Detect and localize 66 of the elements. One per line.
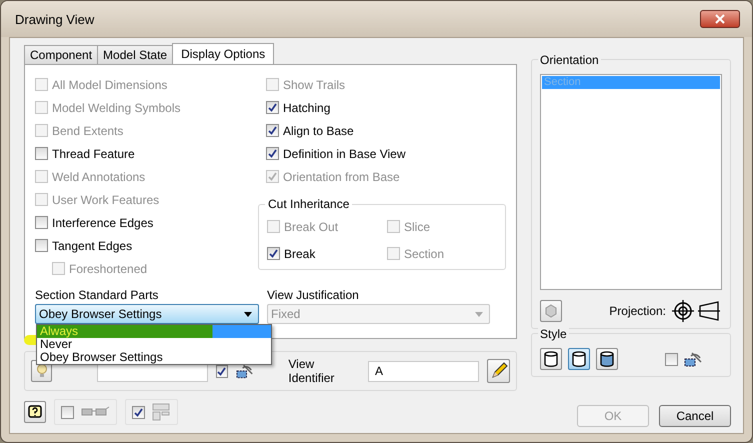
lightbulb-icon bbox=[36, 364, 48, 378]
cylinder-icon bbox=[572, 351, 586, 367]
checkbox-label: Thread Feature bbox=[52, 146, 135, 160]
layout-icon bbox=[151, 403, 171, 421]
checkbox[interactable] bbox=[35, 216, 48, 229]
dropdown-option[interactable]: Obey Browser Settings bbox=[37, 351, 271, 364]
pencil-button[interactable] bbox=[487, 359, 510, 383]
view-cube-button[interactable] bbox=[540, 300, 562, 322]
checkbox-label: Section bbox=[404, 246, 444, 260]
projection-symbol-icon[interactable] bbox=[672, 300, 722, 322]
checkbox-label: User Work Features bbox=[52, 192, 160, 206]
style-button[interactable] bbox=[540, 348, 562, 370]
checkbox-label: Definition in Base View bbox=[283, 146, 406, 160]
tab[interactable]: Model State bbox=[97, 45, 174, 64]
close-icon bbox=[715, 14, 725, 24]
help-icon bbox=[28, 405, 42, 419]
pencil-icon bbox=[490, 362, 508, 380]
projection-label: Projection: bbox=[609, 304, 666, 318]
checkbox-label: Model Welding Symbols bbox=[52, 100, 181, 114]
glasses-icon bbox=[80, 406, 110, 418]
style-button[interactable] bbox=[568, 348, 590, 370]
checkbox[interactable] bbox=[267, 247, 280, 260]
checkbox-label: Interference Edges bbox=[52, 216, 154, 230]
dialog-button[interactable]: Cancel bbox=[659, 405, 731, 427]
checkbox-label: Tangent Edges bbox=[52, 238, 132, 252]
caret-icon bbox=[244, 312, 252, 316]
checkbox-label: Foreshortened bbox=[69, 262, 148, 276]
checkbox[interactable] bbox=[216, 364, 228, 378]
cube-icon bbox=[544, 304, 558, 318]
checkbox-label: Break bbox=[284, 246, 316, 260]
checkbox[interactable] bbox=[266, 101, 279, 114]
window-title: Drawing View bbox=[15, 12, 94, 26]
checkbox-label: Slice bbox=[404, 220, 430, 234]
cylinder-icon bbox=[600, 351, 614, 367]
checkbox-label: Weld Annotations bbox=[52, 170, 146, 184]
label-visibility-icon[interactable] bbox=[236, 362, 254, 380]
checkbox[interactable] bbox=[35, 147, 48, 160]
checkbox-label: Align to Base bbox=[283, 124, 354, 138]
view-identifier-field[interactable]: A bbox=[368, 360, 480, 382]
tab[interactable]: Component bbox=[24, 45, 98, 64]
checkbox-label: Orientation from Base bbox=[283, 170, 400, 184]
checkbox[interactable] bbox=[266, 147, 279, 160]
group-title: Cut Inheritance bbox=[265, 197, 352, 211]
dropdown-option[interactable]: Never bbox=[37, 338, 271, 351]
checkbox[interactable] bbox=[61, 406, 74, 418]
checkbox[interactable] bbox=[665, 352, 678, 366]
tab[interactable]: Display Options bbox=[172, 43, 274, 65]
checkbox[interactable] bbox=[35, 239, 48, 252]
group-title: Orientation bbox=[538, 53, 601, 67]
label-visibility-icon[interactable] bbox=[684, 350, 702, 368]
checkbox-label: Show Trails bbox=[283, 78, 346, 92]
field-label: View Identifier bbox=[288, 357, 336, 385]
group-title: Style bbox=[538, 327, 569, 341]
checkbox[interactable] bbox=[132, 406, 145, 418]
checkbox-label: Bend Extents bbox=[52, 124, 124, 138]
close-button[interactable] bbox=[700, 10, 740, 28]
cylinder-icon bbox=[544, 351, 558, 367]
field-label: Section Standard Parts bbox=[35, 288, 160, 304]
checkbox[interactable] bbox=[266, 124, 279, 137]
style-button[interactable] bbox=[596, 348, 618, 370]
help-button[interactable] bbox=[24, 401, 46, 423]
field-label: View Justification bbox=[267, 288, 360, 304]
caret-icon bbox=[475, 312, 483, 316]
checkbox-label: Break Out bbox=[284, 220, 338, 234]
checkbox-label: Hatching bbox=[283, 100, 330, 114]
checkbox-label: All Model Dimensions bbox=[52, 78, 168, 92]
